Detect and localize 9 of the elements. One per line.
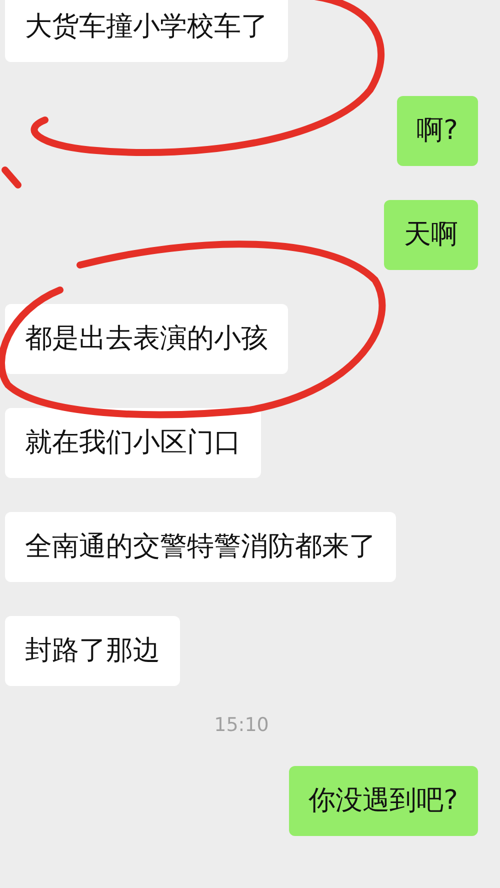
message-bubble: 天啊 <box>384 200 478 270</box>
message-bubble: 全南通的交警特警消防都来了 <box>5 512 396 582</box>
timestamp: 15:10 <box>214 714 269 736</box>
message-bubble: 啊? <box>396 96 478 166</box>
message-bubble: 都是出去表演的小孩 <box>5 304 288 374</box>
message-bubble: 你没遇到吧? <box>288 766 478 836</box>
message-bubble: 就在我们小区门口 <box>5 408 261 478</box>
message-bubble: 大货车撞小学校车了 <box>5 0 288 62</box>
message-bubble: 封路了那边 <box>5 616 180 686</box>
